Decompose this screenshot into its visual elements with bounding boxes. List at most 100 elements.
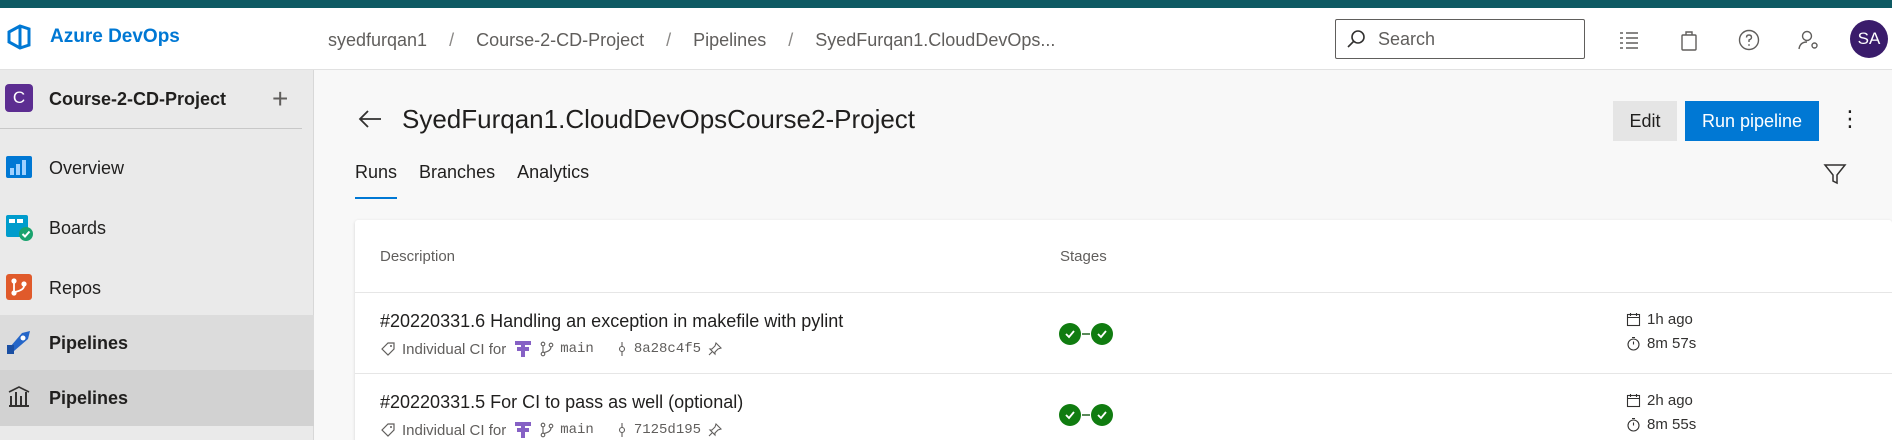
run-duration: 8m 57s (1626, 335, 1696, 352)
tab-analytics[interactable]: Analytics (517, 162, 589, 199)
user-avatar-icon (513, 339, 534, 359)
sidebar-item-label: Overview (49, 157, 125, 178)
sidebar-item-label: Pipelines (49, 387, 129, 408)
stopwatch-icon (1627, 336, 1640, 351)
run-title[interactable]: #20220331.5 For CI to pass as well (opti… (380, 392, 743, 413)
tag-icon (381, 423, 395, 437)
project-icon: C (5, 84, 33, 112)
breadcrumb: syedfurqan1 / Course-2-CD-Project / Pipe… (328, 30, 1055, 51)
run-meta: Individual CI for main 7125d195 (380, 419, 729, 440)
tag-icon (381, 342, 395, 356)
user-avatar-icon (513, 420, 534, 440)
run-pipeline-button[interactable]: Run pipeline (1685, 101, 1819, 141)
boards-icon (6, 215, 33, 241)
tab-runs[interactable]: Runs (355, 162, 398, 199)
breadcrumb-pipeline[interactable]: SyedFurqan1.CloudDevOps... (815, 30, 1055, 51)
sidebar-item-label: Repos (49, 277, 102, 298)
branch-icon (540, 341, 554, 357)
stage-indicators[interactable] (1059, 323, 1113, 345)
main-content: SyedFurqan1.CloudDevOpsCourse2-Project E… (315, 70, 1892, 440)
stage-connector (1082, 333, 1090, 335)
repos-icon (6, 274, 32, 300)
task-list-icon[interactable] (1617, 28, 1641, 52)
azure-devops-icon (7, 24, 31, 50)
duration-value: 8m 57s (1647, 335, 1697, 352)
marketplace-bag-icon[interactable] (1677, 28, 1701, 52)
back-arrow-icon[interactable] (357, 106, 383, 132)
pipelines-sub-icon (8, 386, 30, 407)
new-item-plus-icon[interactable]: + (272, 83, 288, 115)
stage-connector (1082, 414, 1090, 416)
more-actions-icon[interactable]: ⋮ (1839, 106, 1861, 132)
commit-hash[interactable]: 8a28c4f5 (634, 341, 701, 357)
branch-name[interactable]: main (560, 341, 594, 357)
stage-success-icon[interactable] (1059, 404, 1081, 426)
sidebar-item-label: Boards (49, 217, 107, 238)
azure-devops-logo[interactable]: Azure DevOps (6, 24, 180, 50)
page-title: SyedFurqan1.CloudDevOpsCourse2-Project (402, 104, 916, 134)
pin-icon[interactable] (707, 341, 723, 357)
table-row[interactable]: #20220331.5 For CI to pass as well (opti… (355, 374, 1892, 440)
column-header-stages: Stages (1060, 248, 1107, 265)
branch-icon (540, 422, 554, 438)
tab-bar: Runs Branches Analytics (355, 162, 611, 199)
top-strip (0, 0, 1892, 8)
stage-indicators[interactable] (1059, 404, 1113, 426)
run-title[interactable]: #20220331.6 Handling an exception in mak… (380, 311, 843, 332)
run-ago: 1h ago (1647, 311, 1693, 328)
duration-value: 8m 55s (1647, 416, 1697, 433)
commit-hash[interactable]: 7125d195 (634, 422, 701, 438)
calendar-icon (1626, 313, 1641, 327)
user-settings-icon[interactable] (1797, 28, 1821, 52)
sidebar-item-label: Pipelines (49, 332, 129, 353)
run-trigger: Individual CI for (402, 340, 507, 358)
pipelines-rocket-icon (7, 331, 30, 354)
stage-success-icon[interactable] (1091, 404, 1113, 426)
sidebar-item-boards[interactable]: Boards (0, 200, 314, 256)
run-trigger: Individual CI for (402, 421, 507, 439)
sidebar-item-pipelines[interactable]: Pipelines (0, 315, 314, 371)
top-bar: Azure DevOps syedfurqan1 / Course-2-CD-P… (0, 8, 1892, 70)
checkmark-icon (1065, 411, 1075, 420)
tab-branches[interactable]: Branches (419, 162, 495, 199)
run-ago: 2h ago (1647, 392, 1693, 409)
overview-icon (6, 156, 32, 178)
app-name: Azure DevOps (50, 26, 180, 47)
breadcrumb-separator: / (449, 30, 455, 50)
run-duration: 8m 55s (1626, 416, 1696, 433)
calendar-icon (1626, 394, 1641, 408)
branch-name[interactable]: main (560, 422, 594, 438)
checkmark-icon (1097, 330, 1107, 339)
search-icon (1347, 30, 1365, 48)
sidebar: C Course-2-CD-Project + Overview Boards (0, 70, 314, 440)
checkmark-icon (1097, 411, 1107, 420)
commit-icon (618, 342, 625, 356)
breadcrumb-pipelines[interactable]: Pipelines (693, 30, 766, 51)
run-meta: Individual CI for main 8a28c4f5 (380, 338, 729, 360)
runs-table: Description Stages #20220331.6 Handling … (355, 220, 1892, 440)
sidebar-subitem-pipelines[interactable]: Pipelines (0, 370, 314, 426)
breadcrumb-project[interactable]: Course-2-CD-Project (476, 30, 644, 51)
edit-button[interactable]: Edit (1613, 101, 1677, 141)
stage-success-icon[interactable] (1059, 323, 1081, 345)
breadcrumb-org[interactable]: syedfurqan1 (328, 30, 427, 51)
run-started: 1h ago (1626, 311, 1693, 328)
search-box[interactable]: Search (1335, 19, 1585, 59)
table-row[interactable]: #20220331.6 Handling an exception in mak… (355, 293, 1892, 373)
project-name: Course-2-CD-Project (49, 89, 227, 109)
stopwatch-icon (1627, 417, 1640, 432)
divider (0, 128, 302, 129)
search-placeholder: Search (1378, 28, 1436, 49)
pin-icon[interactable] (707, 422, 723, 438)
sidebar-item-overview[interactable]: Overview (0, 140, 314, 196)
sidebar-item-repos[interactable]: Repos (0, 260, 314, 316)
stage-success-icon[interactable] (1091, 323, 1113, 345)
project-header[interactable]: C Course-2-CD-Project + (0, 70, 314, 130)
avatar[interactable]: SA (1850, 20, 1888, 58)
filter-icon[interactable] (1823, 162, 1847, 186)
column-header-description: Description (380, 248, 456, 265)
run-started: 2h ago (1626, 392, 1693, 409)
help-icon[interactable] (1737, 28, 1761, 52)
breadcrumb-separator: / (788, 30, 794, 50)
commit-icon (618, 423, 625, 437)
